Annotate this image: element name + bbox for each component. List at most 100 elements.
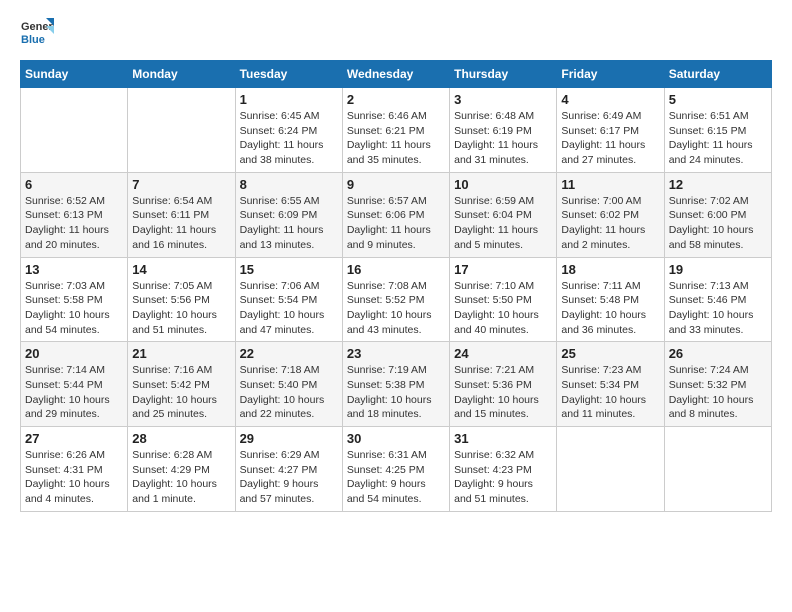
calendar-cell: 28Sunrise: 6:28 AMSunset: 4:29 PMDayligh… xyxy=(128,427,235,512)
day-number: 27 xyxy=(25,431,123,446)
calendar-cell: 4 Sunrise: 6:49 AMSunset: 6:17 PMDaylight… xyxy=(557,88,664,173)
day-number: 4 xyxy=(561,92,659,107)
calendar-cell xyxy=(21,88,128,173)
day-info: Sunrise: 6:57 AMSunset: 6:06 PMDaylight:… xyxy=(347,194,445,253)
day-number: 14 xyxy=(132,262,230,277)
calendar-cell xyxy=(557,427,664,512)
calendar-table: SundayMondayTuesdayWednesdayThursdayFrid… xyxy=(20,60,772,512)
header-cell-friday: Friday xyxy=(557,61,664,88)
day-number: 31 xyxy=(454,431,552,446)
header-cell-monday: Monday xyxy=(128,61,235,88)
day-info: Sunrise: 7:14 AMSunset: 5:44 PMDaylight:… xyxy=(25,363,123,422)
calendar-cell xyxy=(664,427,771,512)
day-info: Sunrise: 7:21 AMSunset: 5:36 PMDaylight:… xyxy=(454,363,552,422)
header-cell-saturday: Saturday xyxy=(664,61,771,88)
day-info: Sunrise: 6:59 AMSunset: 6:04 PMDaylight:… xyxy=(454,194,552,253)
calendar-cell: 7 Sunrise: 6:54 AMSunset: 6:11 PMDaylight… xyxy=(128,172,235,257)
day-number: 25 xyxy=(561,346,659,361)
day-info: Sunrise: 7:16 AMSunset: 5:42 PMDaylight:… xyxy=(132,363,230,422)
day-info: Sunrise: 7:10 AMSunset: 5:50 PMDaylight:… xyxy=(454,279,552,338)
day-number: 17 xyxy=(454,262,552,277)
day-info: Sunrise: 6:29 AMSunset: 4:27 PMDaylight:… xyxy=(240,448,338,507)
day-number: 12 xyxy=(669,177,767,192)
calendar-cell: 5 Sunrise: 6:51 AMSunset: 6:15 PMDaylight… xyxy=(664,88,771,173)
day-number: 18 xyxy=(561,262,659,277)
day-info: Sunrise: 7:06 AMSunset: 5:54 PMDaylight:… xyxy=(240,279,338,338)
day-number: 3 xyxy=(454,92,552,107)
calendar-cell: 15 Sunrise: 7:06 AMSunset: 5:54 PMDayligh… xyxy=(235,257,342,342)
week-row-5: 27 Sunrise: 6:26 AMSunset: 4:31 PMDayligh… xyxy=(21,427,772,512)
day-number: 10 xyxy=(454,177,552,192)
header-cell-thursday: Thursday xyxy=(450,61,557,88)
day-info: Sunrise: 6:55 AMSunset: 6:09 PMDaylight:… xyxy=(240,194,338,253)
day-number: 24 xyxy=(454,346,552,361)
calendar-header: SundayMondayTuesdayWednesdayThursdayFrid… xyxy=(21,61,772,88)
calendar-cell: 16 Sunrise: 7:08 AMSunset: 5:52 PMDayligh… xyxy=(342,257,449,342)
day-number: 7 xyxy=(132,177,230,192)
calendar-cell: 23 Sunrise: 7:19 AMSunset: 5:38 PMDayligh… xyxy=(342,342,449,427)
day-number: 16 xyxy=(347,262,445,277)
day-info: Sunrise: 6:32 AMSunset: 4:23 PMDaylight:… xyxy=(454,448,552,507)
calendar-cell: 2Sunrise: 6:46 AMSunset: 6:21 PMDaylight… xyxy=(342,88,449,173)
day-number: 13 xyxy=(25,262,123,277)
day-number: 11 xyxy=(561,177,659,192)
calendar-cell: 31 Sunrise: 6:32 AMSunset: 4:23 PMDayligh… xyxy=(450,427,557,512)
day-info: Sunrise: 6:46 AMSunset: 6:21 PMDaylight:… xyxy=(347,109,445,168)
day-number: 20 xyxy=(25,346,123,361)
logo: General Blue xyxy=(20,16,54,50)
day-number: 9 xyxy=(347,177,445,192)
calendar-cell: 29Sunrise: 6:29 AMSunset: 4:27 PMDayligh… xyxy=(235,427,342,512)
calendar-cell: 24 Sunrise: 7:21 AMSunset: 5:36 PMDayligh… xyxy=(450,342,557,427)
week-row-2: 6Sunrise: 6:52 AMSunset: 6:13 PMDaylight… xyxy=(21,172,772,257)
calendar-cell: 8Sunrise: 6:55 AMSunset: 6:09 PMDaylight… xyxy=(235,172,342,257)
page: General Blue SundayMondayTuesdayWednesda… xyxy=(0,0,792,612)
day-info: Sunrise: 7:08 AMSunset: 5:52 PMDaylight:… xyxy=(347,279,445,338)
calendar-cell: 26Sunrise: 7:24 AMSunset: 5:32 PMDayligh… xyxy=(664,342,771,427)
day-number: 23 xyxy=(347,346,445,361)
day-info: Sunrise: 7:13 AMSunset: 5:46 PMDaylight:… xyxy=(669,279,767,338)
week-row-1: 1 Sunrise: 6:45 AMSunset: 6:24 PMDaylight… xyxy=(21,88,772,173)
calendar-cell: 12Sunrise: 7:02 AMSunset: 6:00 PMDayligh… xyxy=(664,172,771,257)
calendar-cell: 19 Sunrise: 7:13 AMSunset: 5:46 PMDayligh… xyxy=(664,257,771,342)
calendar-cell: 11 Sunrise: 7:00 AMSunset: 6:02 PMDayligh… xyxy=(557,172,664,257)
day-number: 6 xyxy=(25,177,123,192)
day-number: 1 xyxy=(240,92,338,107)
day-info: Sunrise: 6:26 AMSunset: 4:31 PMDaylight:… xyxy=(25,448,123,507)
calendar-cell: 27 Sunrise: 6:26 AMSunset: 4:31 PMDayligh… xyxy=(21,427,128,512)
day-number: 26 xyxy=(669,346,767,361)
day-info: Sunrise: 6:31 AMSunset: 4:25 PMDaylight:… xyxy=(347,448,445,507)
day-number: 5 xyxy=(669,92,767,107)
calendar-cell: 20 Sunrise: 7:14 AMSunset: 5:44 PMDayligh… xyxy=(21,342,128,427)
header-row: SundayMondayTuesdayWednesdayThursdayFrid… xyxy=(21,61,772,88)
calendar-cell: 6Sunrise: 6:52 AMSunset: 6:13 PMDaylight… xyxy=(21,172,128,257)
day-info: Sunrise: 6:51 AMSunset: 6:15 PMDaylight:… xyxy=(669,109,767,168)
calendar-body: 1 Sunrise: 6:45 AMSunset: 6:24 PMDaylight… xyxy=(21,88,772,512)
day-number: 28 xyxy=(132,431,230,446)
header-cell-sunday: Sunday xyxy=(21,61,128,88)
day-info: Sunrise: 7:23 AMSunset: 5:34 PMDaylight:… xyxy=(561,363,659,422)
day-number: 15 xyxy=(240,262,338,277)
header-cell-wednesday: Wednesday xyxy=(342,61,449,88)
calendar-cell: 13Sunrise: 7:03 AMSunset: 5:58 PMDayligh… xyxy=(21,257,128,342)
calendar-cell: 10 Sunrise: 6:59 AMSunset: 6:04 PMDayligh… xyxy=(450,172,557,257)
day-info: Sunrise: 6:48 AMSunset: 6:19 PMDaylight:… xyxy=(454,109,552,168)
day-info: Sunrise: 7:19 AMSunset: 5:38 PMDaylight:… xyxy=(347,363,445,422)
day-info: Sunrise: 6:54 AMSunset: 6:11 PMDaylight:… xyxy=(132,194,230,253)
day-number: 19 xyxy=(669,262,767,277)
header-cell-tuesday: Tuesday xyxy=(235,61,342,88)
day-info: Sunrise: 7:05 AMSunset: 5:56 PMDaylight:… xyxy=(132,279,230,338)
day-info: Sunrise: 7:00 AMSunset: 6:02 PMDaylight:… xyxy=(561,194,659,253)
day-info: Sunrise: 6:45 AMSunset: 6:24 PMDaylight:… xyxy=(240,109,338,168)
calendar-cell: 14 Sunrise: 7:05 AMSunset: 5:56 PMDayligh… xyxy=(128,257,235,342)
calendar-cell: 25 Sunrise: 7:23 AMSunset: 5:34 PMDayligh… xyxy=(557,342,664,427)
calendar-cell: 1 Sunrise: 6:45 AMSunset: 6:24 PMDaylight… xyxy=(235,88,342,173)
calendar-cell: 21 Sunrise: 7:16 AMSunset: 5:42 PMDayligh… xyxy=(128,342,235,427)
logo-svg: General Blue xyxy=(20,16,54,50)
calendar-cell: 30Sunrise: 6:31 AMSunset: 4:25 PMDayligh… xyxy=(342,427,449,512)
calendar-cell: 22 Sunrise: 7:18 AMSunset: 5:40 PMDayligh… xyxy=(235,342,342,427)
svg-text:Blue: Blue xyxy=(21,34,45,46)
day-info: Sunrise: 7:18 AMSunset: 5:40 PMDaylight:… xyxy=(240,363,338,422)
day-number: 22 xyxy=(240,346,338,361)
day-number: 21 xyxy=(132,346,230,361)
day-info: Sunrise: 6:49 AMSunset: 6:17 PMDaylight:… xyxy=(561,109,659,168)
